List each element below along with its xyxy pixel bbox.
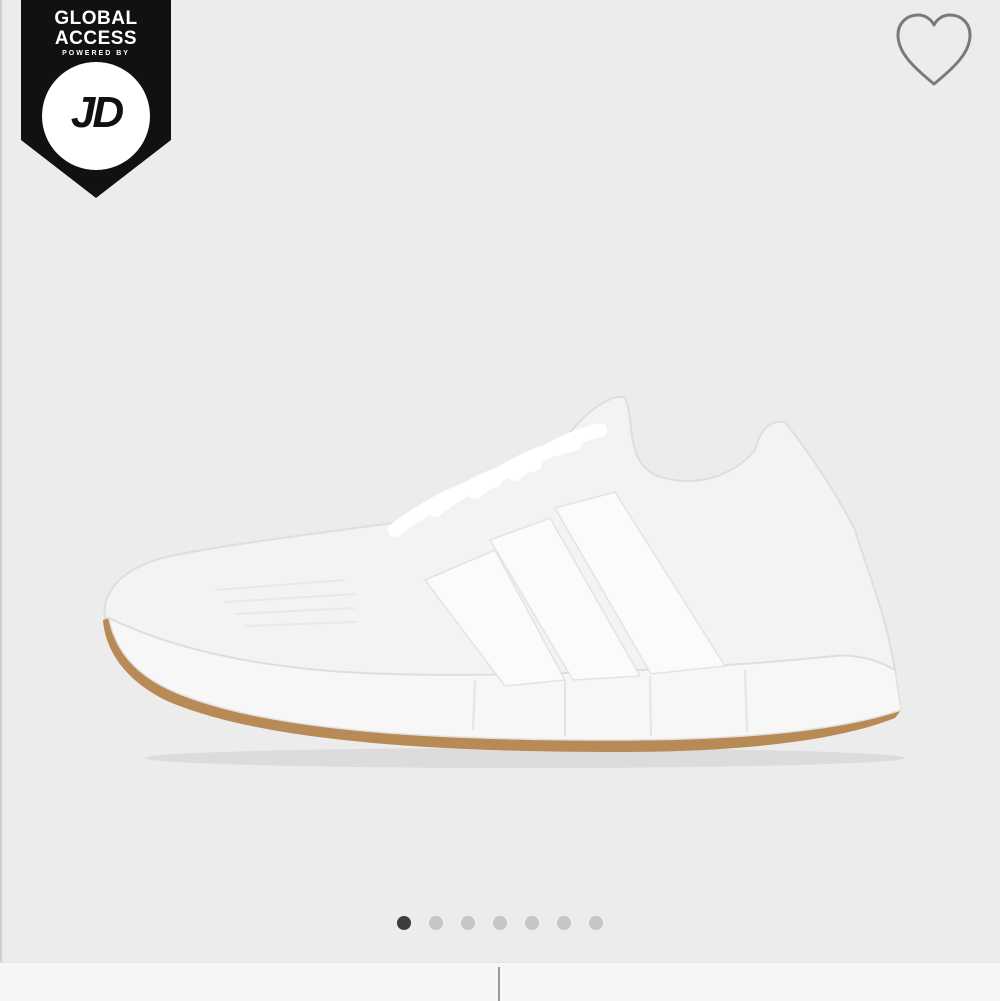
bottom-divider: [498, 967, 500, 1001]
carousel-dot[interactable]: [397, 916, 411, 930]
badge-title-line2: ACCESS: [54, 28, 138, 49]
wishlist-heart-button[interactable]: [894, 12, 974, 90]
product-gallery: GLOBAL ACCESS POWERED BY JD: [0, 0, 1000, 962]
carousel-dot[interactable]: [461, 916, 475, 930]
bottom-bar: [0, 962, 1000, 1001]
left-divider: [0, 0, 2, 962]
carousel-dot[interactable]: [589, 916, 603, 930]
jd-logo: JD: [70, 88, 124, 137]
badge-title-line1: GLOBAL: [54, 8, 138, 29]
shoe-shadow: [145, 748, 905, 768]
global-access-badge: GLOBAL ACCESS POWERED BY JD: [21, 0, 171, 198]
badge-powered-by: POWERED BY: [62, 50, 130, 57]
carousel-pagination: [0, 916, 1000, 932]
product-image[interactable]: [95, 380, 905, 775]
carousel-dot[interactable]: [525, 916, 539, 930]
heart-outline-icon: [896, 13, 972, 86]
carousel-dot[interactable]: [493, 916, 507, 930]
carousel-dot[interactable]: [557, 916, 571, 930]
carousel-dot[interactable]: [429, 916, 443, 930]
